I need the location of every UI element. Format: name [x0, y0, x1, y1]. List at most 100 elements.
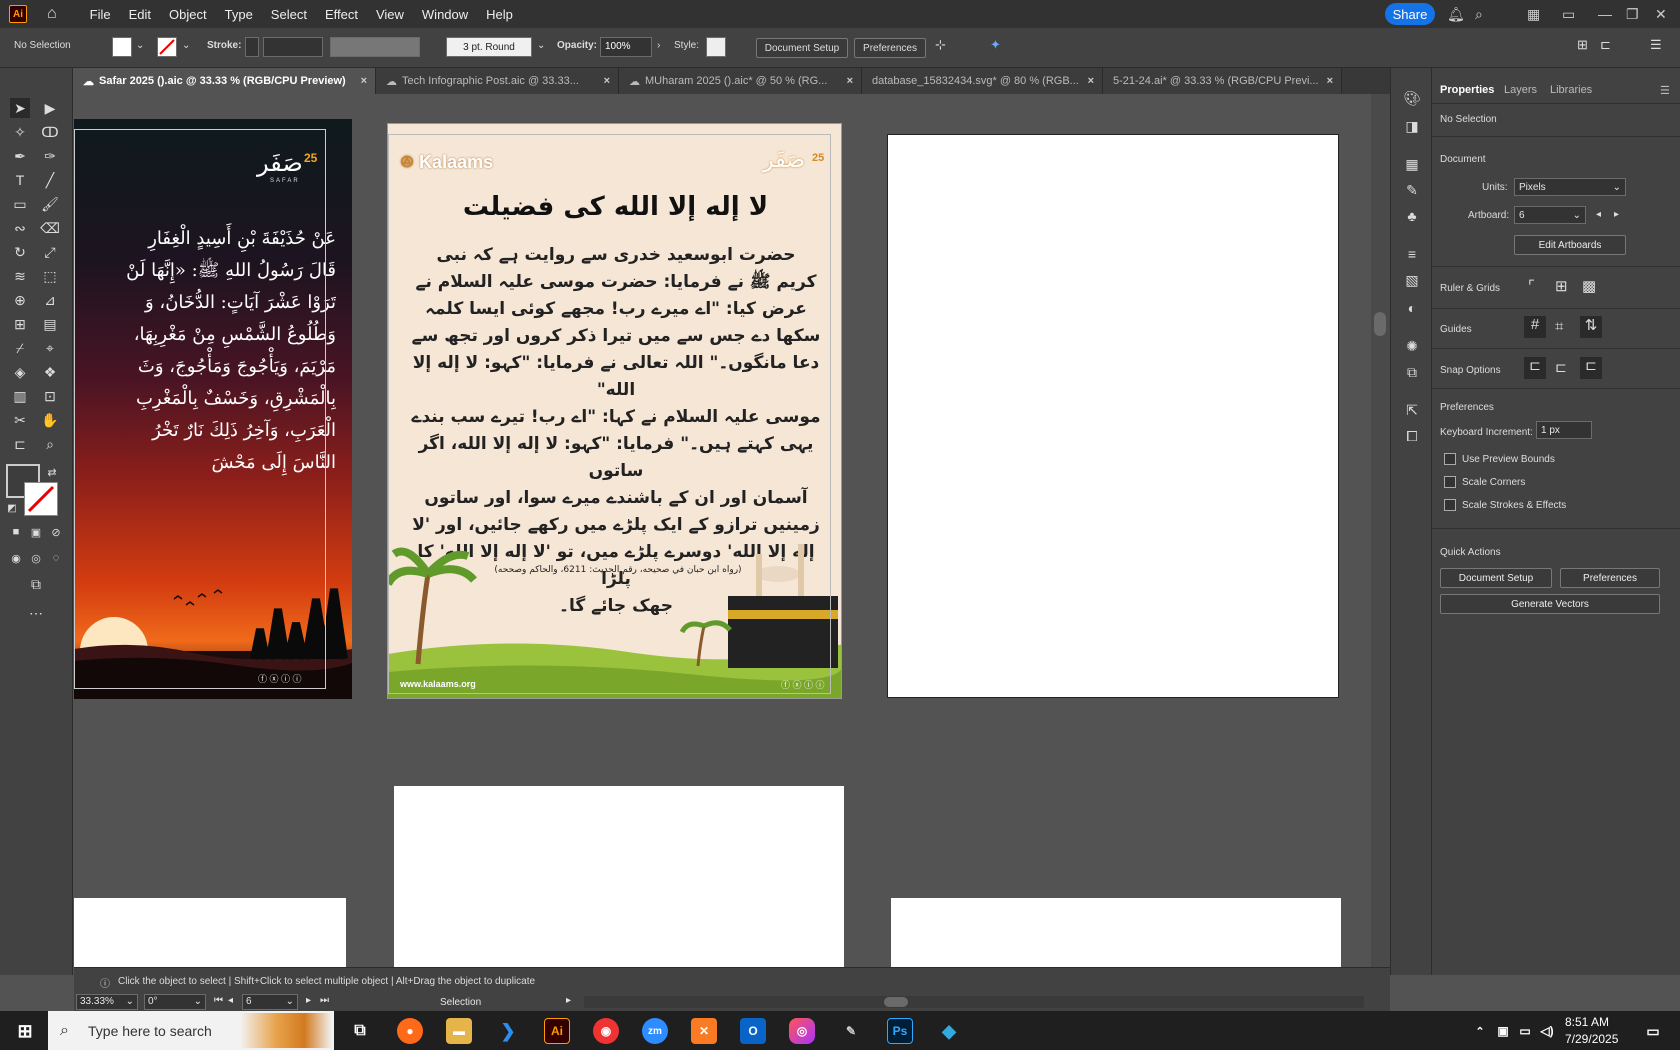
scale-strokes-checkbox[interactable] [1444, 499, 1456, 511]
tab-safar-2025[interactable]: ☁ Safar 2025 ().aic @ 33.33 % (RGB/CPU P… [73, 68, 376, 94]
restore-icon[interactable]: ❐ [1626, 6, 1639, 23]
opacity-input[interactable]: 100% [600, 37, 652, 57]
canvas[interactable]: صَفَر 25 SAFAR عَنْ حُذَيْفَةَ بْنِ أَسِ… [74, 94, 1371, 967]
keyboard-increment-input[interactable]: 1 px [1536, 421, 1592, 439]
stroke-icon[interactable]: ≡ [1402, 244, 1422, 264]
none-mode-icon[interactable]: ⊘ [46, 522, 66, 542]
free-transform-tool-icon[interactable]: ⬚ [40, 266, 60, 286]
clock-date[interactable]: 7/29/2025 [1565, 1032, 1618, 1046]
artboard-empty-2[interactable] [394, 786, 844, 967]
gradient-tool-icon[interactable]: ▤ [40, 314, 60, 334]
tab-libraries[interactable]: Libraries [1550, 84, 1592, 96]
outlook-icon[interactable]: O [740, 1018, 766, 1044]
transparency-grid-icon[interactable]: ▩ [1582, 277, 1596, 295]
warp-tool-icon[interactable]: ≋ [10, 266, 30, 286]
menu-select[interactable]: Select [262, 7, 316, 22]
next-artboard-icon[interactable]: ▸ [1614, 209, 1619, 220]
rotate-view-select[interactable]: 0° ⌄ [144, 994, 206, 1010]
tab-5-21-24[interactable]: 5-21-24.ai* @ 33.33 % (RGB/CPU Previ... … [1103, 68, 1342, 94]
tab-muharam-2025[interactable]: ☁ MUharam 2025 ().aic* @ 50 % (RG... × [619, 68, 862, 94]
chevron-down-icon[interactable]: ⌄ [136, 40, 144, 51]
last-artboard-icon[interactable]: ⏭ [320, 995, 329, 1006]
menu-file[interactable]: File [81, 7, 120, 22]
zoom-select[interactable]: 33.33% ⌄ [76, 994, 138, 1010]
color-mode-icon[interactable]: ■ [6, 522, 26, 542]
chevron-right-icon[interactable]: › [657, 40, 660, 51]
panel-menu-icon[interactable]: ☰ [1660, 84, 1670, 97]
bell-icon[interactable]: 🔔︎ [1447, 6, 1465, 23]
menu-effect[interactable]: Effect [316, 7, 367, 22]
symbols-icon[interactable]: ♣ [1402, 206, 1422, 226]
brushes-icon[interactable]: ✎ [1402, 180, 1422, 200]
menu-view[interactable]: View [367, 7, 413, 22]
tab-layers[interactable]: Layers [1504, 84, 1537, 96]
draw-normal-icon[interactable]: ◉ [6, 548, 26, 568]
line-tool-icon[interactable]: ╱ [40, 170, 60, 190]
screen-mode-icon[interactable]: ⧉ [26, 574, 46, 594]
lasso-tool-icon[interactable]: ↀ [40, 122, 60, 142]
edit-artboards-button[interactable]: Edit Artboards [1514, 235, 1626, 255]
illustrator-taskbar-icon[interactable]: Ai [544, 1018, 570, 1044]
gradient-mode-icon[interactable]: ▣ [26, 522, 46, 542]
minimize-icon[interactable]: — [1598, 6, 1612, 22]
previous-artboard-icon[interactable]: ◂ [1596, 209, 1601, 220]
close-tab-icon[interactable]: × [847, 75, 853, 87]
color-icon[interactable]: 🎨︎ [1402, 88, 1422, 108]
artboard-safar-dark[interactable]: صَفَر 25 SAFAR عَنْ حُذَيْفَةَ بْنِ أَسِ… [74, 119, 352, 699]
properties-icon[interactable]: ◨ [1402, 116, 1422, 136]
snap-to-glyph-icon[interactable]: ⊏ [1580, 357, 1602, 379]
zoom-tool-icon[interactable]: ⌕ [40, 434, 60, 454]
default-colors-icon[interactable]: ◩ [2, 498, 22, 518]
chevron-down-icon[interactable]: ⌄ [182, 40, 190, 51]
variable-width-profile[interactable] [330, 37, 420, 57]
stroke-swatch[interactable] [157, 37, 177, 57]
search-icon[interactable]: ⌕ [1475, 6, 1483, 23]
stroke-weight-input[interactable] [263, 37, 323, 57]
artboards-icon[interactable]: ⧠ [1402, 426, 1422, 446]
rectangle-tool-icon[interactable]: ▭ [10, 194, 30, 214]
vertical-scroll-thumb[interactable] [1374, 312, 1386, 336]
zoom-app-icon[interactable]: zm [642, 1018, 668, 1044]
draw-inside-icon[interactable]: ◌ [46, 548, 66, 568]
magic-wand-tool-icon[interactable]: ✧ [10, 122, 30, 142]
menu-help[interactable]: Help [477, 7, 522, 22]
eraser-tool-icon[interactable]: ⌫ [40, 218, 60, 238]
home-icon[interactable]: ⌂ [47, 5, 57, 23]
shaper-tool-icon[interactable]: ∾ [10, 218, 30, 238]
photoshop-icon[interactable]: Ps [887, 1018, 913, 1044]
type-tool-icon[interactable]: T [10, 170, 30, 190]
menu-type[interactable]: Type [216, 7, 262, 22]
snap-to-pixel-icon[interactable]: ⊏ [1555, 359, 1567, 376]
quick-preferences-button[interactable]: Preferences [1560, 568, 1660, 588]
artboard-select[interactable]: 6 ⌄ [1514, 206, 1586, 224]
horizontal-scroll-thumb[interactable] [884, 997, 908, 1007]
graphic-styles-icon[interactable]: ⧉ [1402, 362, 1422, 382]
transform-icon[interactable]: ⊹ [935, 37, 946, 53]
next-artboard-icon[interactable]: ▸ [306, 995, 311, 1006]
artboard-kalaams[interactable]: ꔮ Kalaams صَفَر 25 لا إله إلا الله کی فض… [387, 123, 842, 699]
close-tab-icon[interactable]: × [1327, 75, 1333, 87]
print-tiling-tool-icon[interactable]: ⊏ [10, 434, 30, 454]
curvature-tool-icon[interactable]: ✑ [40, 146, 60, 166]
pen-tool-icon[interactable]: ✒ [10, 146, 30, 166]
appearance-icon[interactable]: ✺ [1402, 336, 1422, 356]
fill-swatch[interactable] [112, 37, 132, 57]
selection-tool-icon[interactable]: ➤ [10, 98, 30, 118]
transparency-icon[interactable]: ◐ [1402, 298, 1422, 318]
task-view-icon[interactable]: ⧉ [347, 1018, 373, 1044]
rotate-tool-icon[interactable]: ↻ [10, 242, 30, 262]
export-icon[interactable]: ⇱ [1402, 400, 1422, 420]
column-graph-tool-icon[interactable]: ▥ [10, 386, 30, 406]
volume-icon[interactable]: ◁) [1534, 1018, 1560, 1044]
file-explorer-icon[interactable]: ▬ [446, 1018, 472, 1044]
generative-icon[interactable]: ✦ [990, 37, 1001, 53]
workspace-icon[interactable]: ▦ [1527, 6, 1540, 23]
eyedropper-tool-icon[interactable]: ⌿ [10, 338, 30, 358]
units-select[interactable]: Pixels ⌄ [1514, 178, 1626, 196]
windows-start-icon[interactable]: ⊞ [12, 1018, 38, 1044]
show-guides-icon[interactable]: # [1524, 316, 1546, 338]
vertical-scrollbar[interactable] [1371, 94, 1390, 967]
swap-colors-icon[interactable]: ⇄ [42, 462, 62, 482]
libraries-icon[interactable]: ▦ [1402, 154, 1422, 174]
scale-corners-checkbox[interactable] [1444, 476, 1456, 488]
